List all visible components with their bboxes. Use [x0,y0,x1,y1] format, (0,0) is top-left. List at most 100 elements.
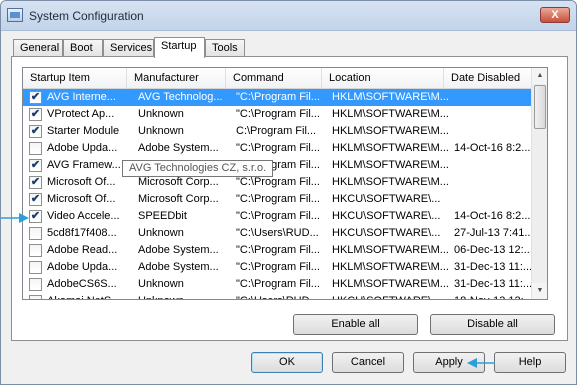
scroll-thumb[interactable] [534,85,546,129]
column-header-location[interactable]: Location [322,68,444,89]
cell-command: "C:\Program Fil... [236,261,320,273]
table-row[interactable]: ✔ Starter Module Unknown C:\Program Fil... H… [23,123,532,140]
cell-manufacturer: Unknown [138,293,232,299]
tab-boot[interactable]: Boot [63,39,103,57]
cell-location: HKLM\SOFTWARE\M... [332,125,449,137]
cell-date [454,174,532,191]
system-configuration-icon [7,8,23,22]
cell-command: "C:\Program Fil... [236,142,320,154]
cell-manufacturer: Unknown [138,227,184,239]
vertical-scrollbar[interactable]: ▲ ▼ [531,68,547,299]
row-checkbox[interactable] [29,295,42,299]
manufacturer-tooltip: AVG Technologies CZ, s.r.o. [122,160,274,177]
cancel-button[interactable]: Cancel [332,352,404,373]
table-row[interactable]: Adobe Upda... Adobe System... "C:\Program … [23,140,532,157]
table-row[interactable]: Akamai NetS...Unknown "C:\Users\RUD... HKC… [23,293,532,299]
row-checkbox[interactable] [29,278,42,291]
table-row[interactable]: 5cd8f17f408... Unknown "C:\Users\RUD... HKC… [23,225,532,242]
enable-all-button[interactable]: Enable all [293,314,418,335]
cell-date: 31-Dec-13 11:... [454,261,532,273]
cell-startup-item: Adobe Upda... [47,261,118,273]
column-header-date-disabled[interactable]: Date Disabled [444,68,532,89]
row-checkbox[interactable]: ✔ [29,193,42,206]
cell-date: 27-Jul-13 7:41... [454,227,532,239]
cell-location: HKCU\SOFTWARE\... [332,293,450,299]
table-row[interactable]: ✔ Microsoft Of... Microsoft Corp... "C:\Pro… [23,191,532,208]
row-checkbox[interactable] [29,244,42,257]
cell-startup-item: Adobe Read... [47,244,118,256]
cell-command: "C:\Program Fil... [236,210,320,222]
column-header-manufacturer[interactable]: Manufacturer [127,68,226,89]
cell-command: "C:\Program Fil... [236,108,320,120]
column-header-command[interactable]: Command [226,68,322,89]
cell-startup-item: Adobe Upda... [47,142,118,154]
table-row[interactable]: ✔ Microsoft Of... Microsoft Corp... "C:\Pro… [23,174,532,191]
scroll-up-icon[interactable]: ▲ [532,68,547,84]
cell-manufacturer: Adobe System... [138,261,219,273]
cell-startup-item: AdobeCS6S... [47,278,117,290]
cell-location: HKLM\SOFTWARE\M... [332,176,449,188]
table-row[interactable]: ✔ AVG Interne... AVG Technolog... "C:\Progr… [23,89,532,106]
column-header-startup-item[interactable]: Startup Item [23,68,127,89]
row-checkbox[interactable] [29,142,42,155]
table-row[interactable]: Adobe Read... Adobe System... "C:\Program … [23,242,532,259]
table-row[interactable]: Adobe Upda... Adobe System... "C:\Program … [23,259,532,276]
startup-panel: Startup Item Manufacturer Command Locati… [11,56,568,341]
list-header: Startup Item Manufacturer Command Locati… [23,68,532,89]
scroll-down-icon[interactable]: ▼ [532,283,547,299]
cell-startup-item: Akamai NetS... [47,293,135,299]
cell-manufacturer: Adobe System... [138,142,219,154]
window-title: System Configuration [29,9,144,23]
tab-services[interactable]: Services [103,39,154,57]
close-button[interactable]: X [540,7,570,23]
cell-startup-item: AVG Interne... [47,91,116,103]
help-button[interactable]: Help [494,352,566,373]
row-checkbox[interactable]: ✔ [29,159,42,172]
cell-manufacturer: Unknown [138,125,184,137]
cell-manufacturer: AVG Technolog... [138,91,223,103]
ok-button[interactable]: OK [251,352,323,373]
row-checkbox[interactable]: ✔ [29,210,42,223]
cell-date [454,123,532,140]
table-row[interactable]: ✔ Video Accele... SPEEDbit "C:\Program Fil.… [23,208,532,225]
cell-command: C:\Program Fil... [236,125,317,137]
cell-location: HKLM\SOFTWARE\M... [332,278,449,290]
cell-command: "C:\Program Fil... [236,91,320,103]
cell-command: "C:\Program Fil... [236,244,320,256]
cell-location: HKLM\SOFTWARE\M... [332,244,449,256]
row-checkbox[interactable]: ✔ [29,125,42,138]
disable-all-button[interactable]: Disable all [430,314,555,335]
tab-startup[interactable]: Startup [154,37,205,58]
startup-items-list[interactable]: Startup Item Manufacturer Command Locati… [22,67,548,300]
cell-command: "C:\Users\RUD... [236,227,319,239]
cell-date: 14-Oct-16 8:2... [454,142,531,154]
cell-manufacturer: SPEEDbit [138,210,187,222]
cell-date: 06-Dec-13 12:... [454,244,532,256]
table-row[interactable]: ✔ VProtect Ap... Unknown "C:\Program Fil...… [23,106,532,123]
tab-general[interactable]: General [13,39,63,57]
cell-date [454,89,532,106]
cell-date: 31-Dec-13 11:... [454,278,532,290]
cell-startup-item: Starter Module [47,125,120,137]
cell-command: "C:\Users\RUD... [236,293,328,299]
cell-location: HKCU\SOFTWARE\... [332,210,441,222]
row-checkbox[interactable]: ✔ [29,108,42,121]
row-checkbox[interactable] [29,227,42,240]
row-checkbox[interactable] [29,261,42,274]
cell-manufacturer: Microsoft Corp... [138,193,219,205]
row-checkbox[interactable]: ✔ [29,91,42,104]
cell-date: 14-Oct-16 8:2... [454,210,531,222]
cell-location: HKCU\SOFTWARE\... [332,227,441,239]
cell-startup-item: Microsoft Of... [47,193,116,205]
table-row[interactable]: AdobeCS6S... Unknown "C:\Program Fil... HKL… [23,276,532,293]
cell-location: HKLM\SOFTWARE\M... [332,108,449,120]
table-row[interactable]: ✔AVG Framew...AVG Technolog..."C:\Progra… [23,157,532,174]
system-configuration-window: System Configuration X General Boot Serv… [0,0,577,385]
cell-location: HKLM\SOFTWARE\M... [332,261,449,273]
cell-location: HKLM\SOFTWARE\M... [332,159,449,171]
cell-location: HKLM\SOFTWARE\M... [332,142,449,154]
title-bar[interactable]: System Configuration X [1,1,576,31]
tab-tools[interactable]: Tools [205,39,245,57]
cell-location: HKCU\SOFTWARE\... [332,193,441,205]
row-checkbox[interactable]: ✔ [29,176,42,189]
